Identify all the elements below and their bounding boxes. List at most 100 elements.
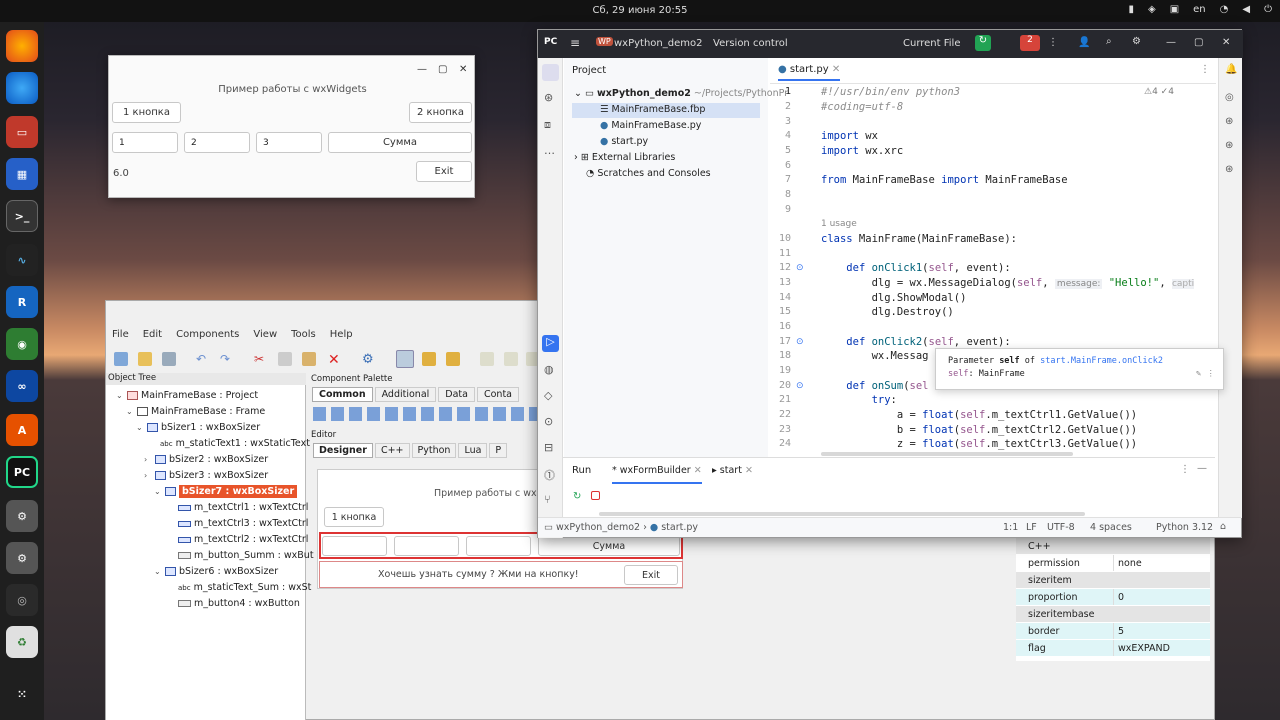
battery-icon[interactable]: ▮ [1128,4,1134,15]
prop-value-permission[interactable]: none [1113,555,1210,571]
tab-options-icon[interactable]: ⋮ [1200,64,1210,75]
palette-tab-additional[interactable]: Additional [374,387,437,402]
minimize-icon[interactable]: — [417,64,427,75]
tree-file-start[interactable]: ● start.py [600,136,648,147]
edit-icon[interactable]: ✎ [1196,369,1201,379]
sync-icon[interactable]: ∞ [6,370,38,402]
palette-widget-icons[interactable] [313,407,539,421]
tab-php[interactable]: P [489,443,508,458]
pycharm-icon[interactable]: PC [6,456,38,488]
appstore-icon[interactable]: A [6,414,38,446]
tab-python[interactable]: Python [411,443,457,458]
ai-assistant-icon[interactable]: ◎ [1225,92,1234,103]
designer-sum-button[interactable]: Сумма [538,536,680,556]
more-tools-icon[interactable]: … [544,144,555,157]
minimize-icon[interactable]: — [1166,37,1176,48]
prop-value-border[interactable]: 5 [1113,623,1210,639]
save-icon[interactable] [162,352,176,366]
close-icon[interactable]: ✕ [1222,37,1230,48]
main-menu-icon[interactable]: ≡ [570,36,580,50]
menu-edit[interactable]: Edit [143,329,162,347]
prop-group-sizeritembase[interactable]: sizeritembase [1016,606,1210,622]
run-icon[interactable]: ↻ [975,35,991,51]
menu-view[interactable]: View [253,329,277,347]
readonly-icon[interactable]: ⌂ [1220,521,1226,532]
settings-gear-icon-2[interactable]: ⚙ [6,542,38,574]
tab-cpp[interactable]: C++ [374,443,410,458]
indent-setting[interactable]: 4 spaces [1090,522,1132,533]
designer-button-1[interactable]: 1 кнопка [324,507,384,527]
sum-button[interactable]: Сумма [328,132,472,153]
tree-node[interactable]: m_button4 : wxButton [178,596,300,611]
delete-icon[interactable]: ✕ [328,352,342,368]
generate-gear-icon[interactable]: ⚙ [362,352,376,367]
run-tab-wxformbuilder[interactable]: * wxFormBuilder ✕ [612,465,702,484]
stretch-icon[interactable] [504,352,518,366]
shield-icon[interactable]: ◈ [1148,4,1156,15]
line-separator[interactable]: LF [1026,522,1037,533]
tree-node-selected[interactable]: ⌄ bSizer7 : wxBoxSizer [154,484,298,499]
git-icon[interactable]: ⑂ [544,493,551,506]
android-icon[interactable]: ◉ [6,328,38,360]
undo-icon[interactable]: ↶ [196,352,210,366]
tree-external-libraries[interactable]: › ⊞ External Libraries [574,152,675,163]
firefox-icon[interactable] [6,30,38,62]
terminal-icon[interactable]: ⊟ [544,441,553,454]
align-center-icon[interactable] [422,352,436,366]
monitor-icon[interactable]: ∿ [6,244,38,276]
field-2[interactable]: 2 [184,132,250,153]
parameter-tooltip[interactable]: Parameter self of start.MainFrame.onClic… [935,348,1224,390]
wifi-icon[interactable]: ◔ [1220,4,1229,15]
prop-group-sizeritem[interactable]: sizeritem [1016,572,1210,588]
project-switcher[interactable]: wxPython_demo2 [614,38,702,49]
palette-tab-common[interactable]: Common [312,387,373,402]
button-2[interactable]: 2 кнопка [409,102,472,123]
redo-icon[interactable]: ↷ [220,352,234,366]
tree-file-mainframe[interactable]: ● MainFrameBase.py [600,120,701,131]
tree-node[interactable]: ⌄ MainFrameBase : Frame [126,404,265,419]
more-icon[interactable]: ⋮ [1048,37,1058,48]
tree-node[interactable]: › bSizer2 : wxBoxSizer [144,452,268,467]
tree-node[interactable]: m_textCtrl3 : wxTextCtrl [178,516,308,531]
editor-tab-start[interactable]: ● start.py ✕ [778,64,841,81]
services-icon[interactable]: ⊙ [544,415,553,428]
designer-field-3[interactable] [466,536,531,556]
disk-icon[interactable]: ◎ [6,584,38,616]
search-icon[interactable]: ⌕ [1106,36,1112,47]
exit-button[interactable]: Exit [416,161,472,182]
prop-group-cpp[interactable]: C++ [1016,538,1210,554]
tree-node[interactable]: abc m_staticText1 : wxStaticText [160,436,310,451]
designer-field-2[interactable] [394,536,459,556]
settings-icon[interactable]: ⚙ [1132,36,1141,47]
tab-lua[interactable]: Lua [458,443,488,458]
structure-icon[interactable]: ⧈ [544,118,551,132]
maximize-icon[interactable]: ▢ [1194,37,1203,48]
align-left-icon[interactable] [396,350,414,368]
copilot-chat-icon[interactable]: ⊛ [1225,140,1233,151]
minimize-panel-icon[interactable]: — [1197,463,1207,474]
copy-icon[interactable] [278,352,292,366]
menu-help[interactable]: Help [330,329,353,347]
problems-icon[interactable]: ⓵ [544,467,555,483]
cut-icon[interactable]: ✂ [254,352,268,366]
project-tool-icon[interactable] [542,64,559,81]
layers-icon[interactable]: ◇ [544,389,552,402]
palette-tab-data[interactable]: Data [438,387,475,402]
designer-field-1[interactable] [322,536,387,556]
terminal-icon[interactable]: >_ [6,200,38,232]
new-icon[interactable] [114,352,128,366]
tree-node[interactable]: ⌄ bSizer1 : wxBoxSizer [136,420,260,435]
python-console-icon[interactable]: ◍ [544,363,554,376]
menu-components[interactable]: Components [176,329,239,347]
calculator-icon[interactable]: ▦ [6,158,38,190]
tree-node[interactable]: › bSizer3 : wxBoxSizer [144,468,268,483]
tree-file-fbp[interactable]: ☰ MainFrameBase.fbp [600,104,705,115]
run-config-select[interactable]: Current File [903,38,960,49]
app-grid-icon[interactable]: ⁙ [6,678,38,710]
field-1[interactable]: 1 [112,132,178,153]
align-right-icon[interactable] [446,352,460,366]
paste-icon[interactable] [302,352,316,366]
usage-hint[interactable]: 1 usage [821,219,857,229]
stop-icon[interactable] [591,491,600,500]
menu-file[interactable]: File [112,329,129,347]
